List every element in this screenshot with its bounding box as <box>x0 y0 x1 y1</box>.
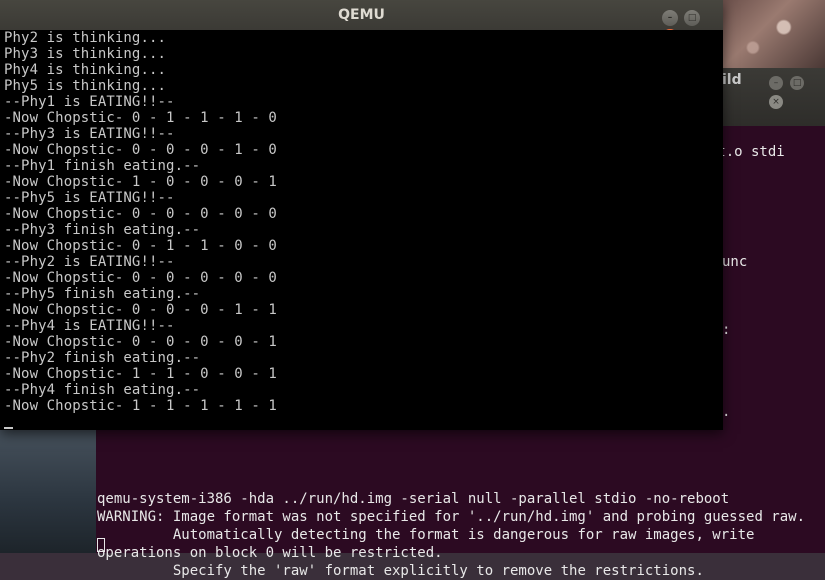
console-line: --Phy3 finish eating.-- <box>4 222 201 238</box>
console-line: --Phy2 is EATING!!-- <box>4 254 175 270</box>
qemu-window[interactable]: QEMU – □ × Phy2 is thinking... Phy3 is t… <box>0 0 723 430</box>
close-icon[interactable]: × <box>769 94 783 109</box>
console-cursor <box>4 427 13 429</box>
terminal-line: qemu-system-i386 -hda ../run/hd.img -ser… <box>97 491 730 507</box>
terminal-line: Automatically detecting the format is da… <box>97 527 763 561</box>
console-line: Phy5 is thinking... <box>4 78 167 94</box>
desktop-wallpaper <box>0 420 96 553</box>
console-line: -Now Chopstic- 0 - 0 - 0 - 1 - 0 <box>4 142 277 158</box>
console-line: --Phy4 is EATING!!-- <box>4 318 175 334</box>
console-line: -Now Chopstic- 0 - 1 - 1 - 1 - 0 <box>4 110 277 126</box>
console-line: --Phy1 finish eating.-- <box>4 158 201 174</box>
console-line: -Now Chopstic- 1 - 1 - 0 - 0 - 1 <box>4 366 277 382</box>
console-line: -Now Chopstic- 0 - 0 - 0 - 0 - 0 <box>4 206 277 222</box>
terminal-window-controls: – □ × <box>769 72 825 110</box>
console-line: Phy4 is thinking... <box>4 62 167 78</box>
console-line: --Phy4 finish eating.-- <box>4 382 201 398</box>
maximize-icon[interactable]: □ <box>684 9 701 26</box>
terminal-title: ild <box>722 72 742 88</box>
console-line: Phy2 is thinking... <box>4 30 167 46</box>
maximize-icon[interactable]: □ <box>790 75 805 90</box>
console-line: -Now Chopstic- 1 - 1 - 1 - 1 - 1 <box>4 398 277 414</box>
terminal-line: Specify the 'raw' format explicitly to r… <box>97 563 704 579</box>
minimize-icon[interactable]: – <box>769 75 783 90</box>
console-line: --Phy5 is EATING!!-- <box>4 190 175 206</box>
terminal-text-fragment: : <box>722 322 731 338</box>
console-line: --Phy5 finish eating.-- <box>4 286 201 302</box>
console-line: -Now Chopstic- 0 - 0 - 0 - 0 - 1 <box>4 334 277 350</box>
qemu-vga-screen[interactable]: Phy2 is thinking... Phy3 is thinking... … <box>0 30 723 430</box>
qemu-window-title: QEMU <box>338 7 385 23</box>
console-line: --Phy3 is EATING!!-- <box>4 126 175 142</box>
console-line: --Phy2 finish eating.-- <box>4 350 201 366</box>
terminal-line: WARNING: Image format was not specified … <box>97 509 806 525</box>
terminal-cursor <box>97 538 105 552</box>
console-line: -Now Chopstic- 0 - 0 - 0 - 0 - 0 <box>4 270 277 286</box>
console-line: --Phy1 is EATING!!-- <box>4 94 175 110</box>
console-line: Phy3 is thinking... <box>4 46 167 62</box>
minimize-icon[interactable]: – <box>662 9 678 26</box>
terminal-text-fragment: unc <box>722 254 748 270</box>
desktop-wallpaper-corner <box>722 0 825 68</box>
terminal-log: qemu-system-i386 -hda ../run/hd.img -ser… <box>97 490 823 580</box>
terminal-text-fragment: . <box>722 404 731 420</box>
console-line: -Now Chopstic- 0 - 0 - 0 - 1 - 1 <box>4 302 277 318</box>
console-line: -Now Chopstic- 1 - 0 - 0 - 0 - 1 <box>4 174 277 190</box>
qemu-titlebar[interactable]: QEMU – □ × <box>0 0 723 45</box>
console-line: -Now Chopstic- 0 - 1 - 1 - 0 - 0 <box>4 238 277 254</box>
